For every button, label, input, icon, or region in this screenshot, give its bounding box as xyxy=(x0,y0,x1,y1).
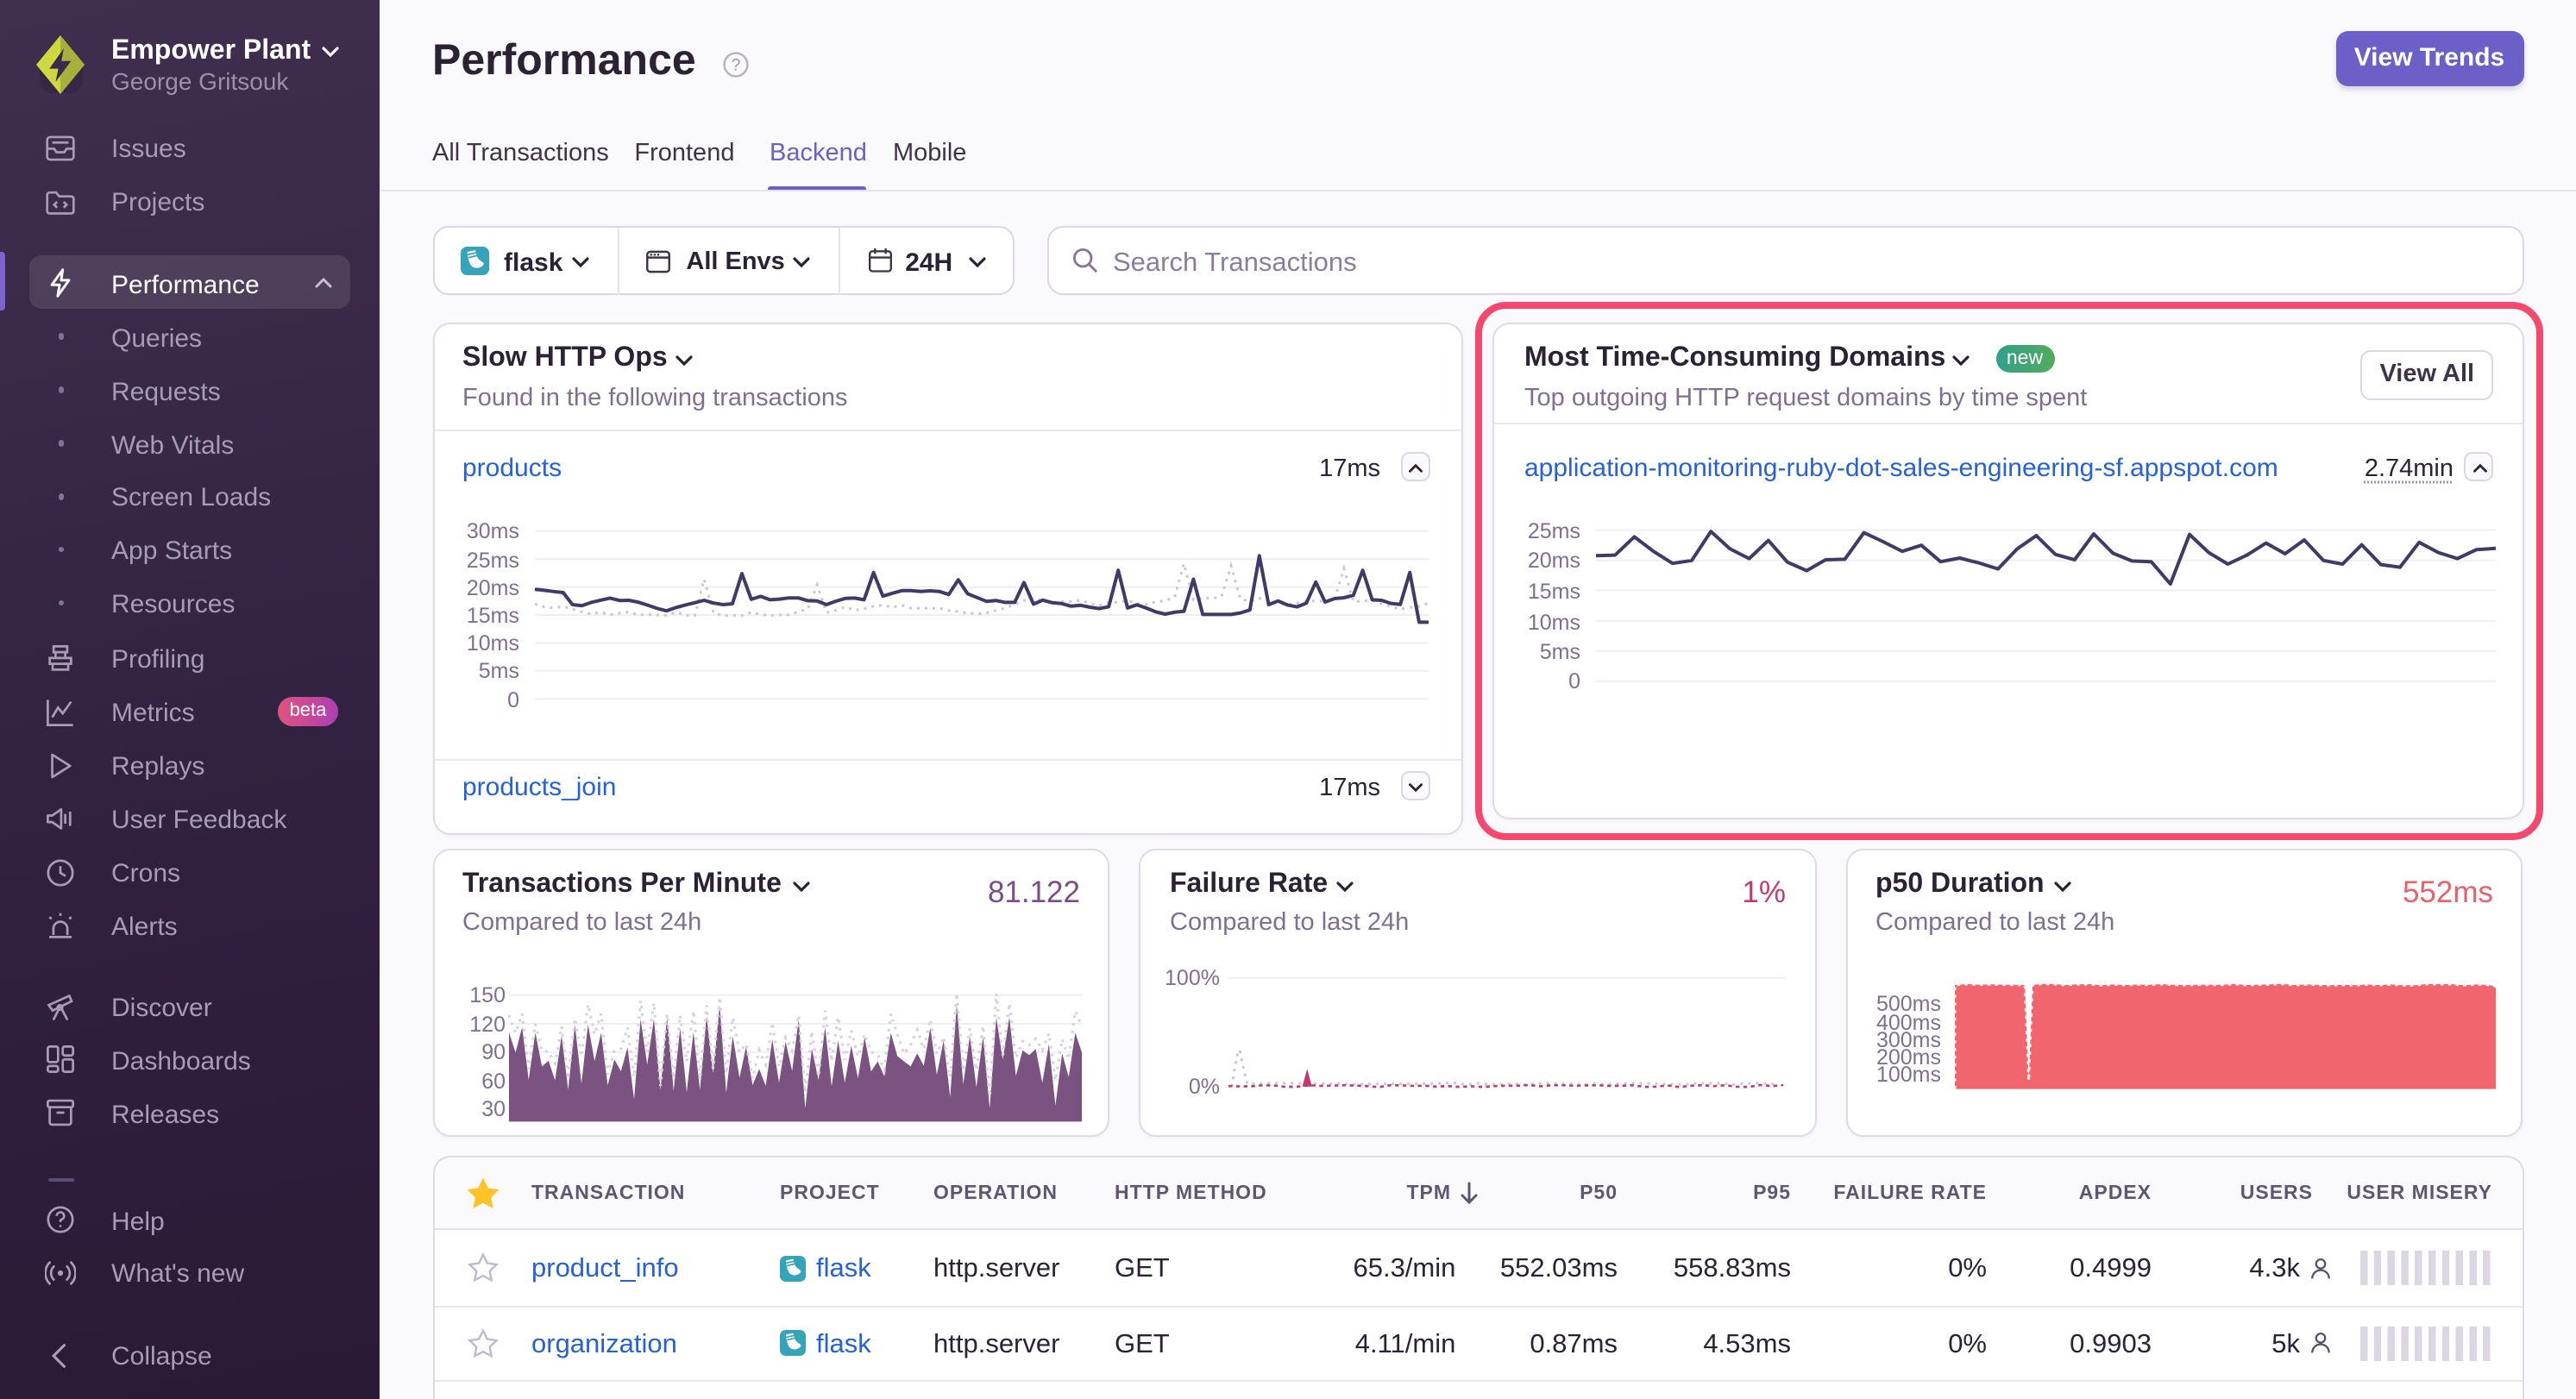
svg-text:?: ? xyxy=(732,56,741,74)
